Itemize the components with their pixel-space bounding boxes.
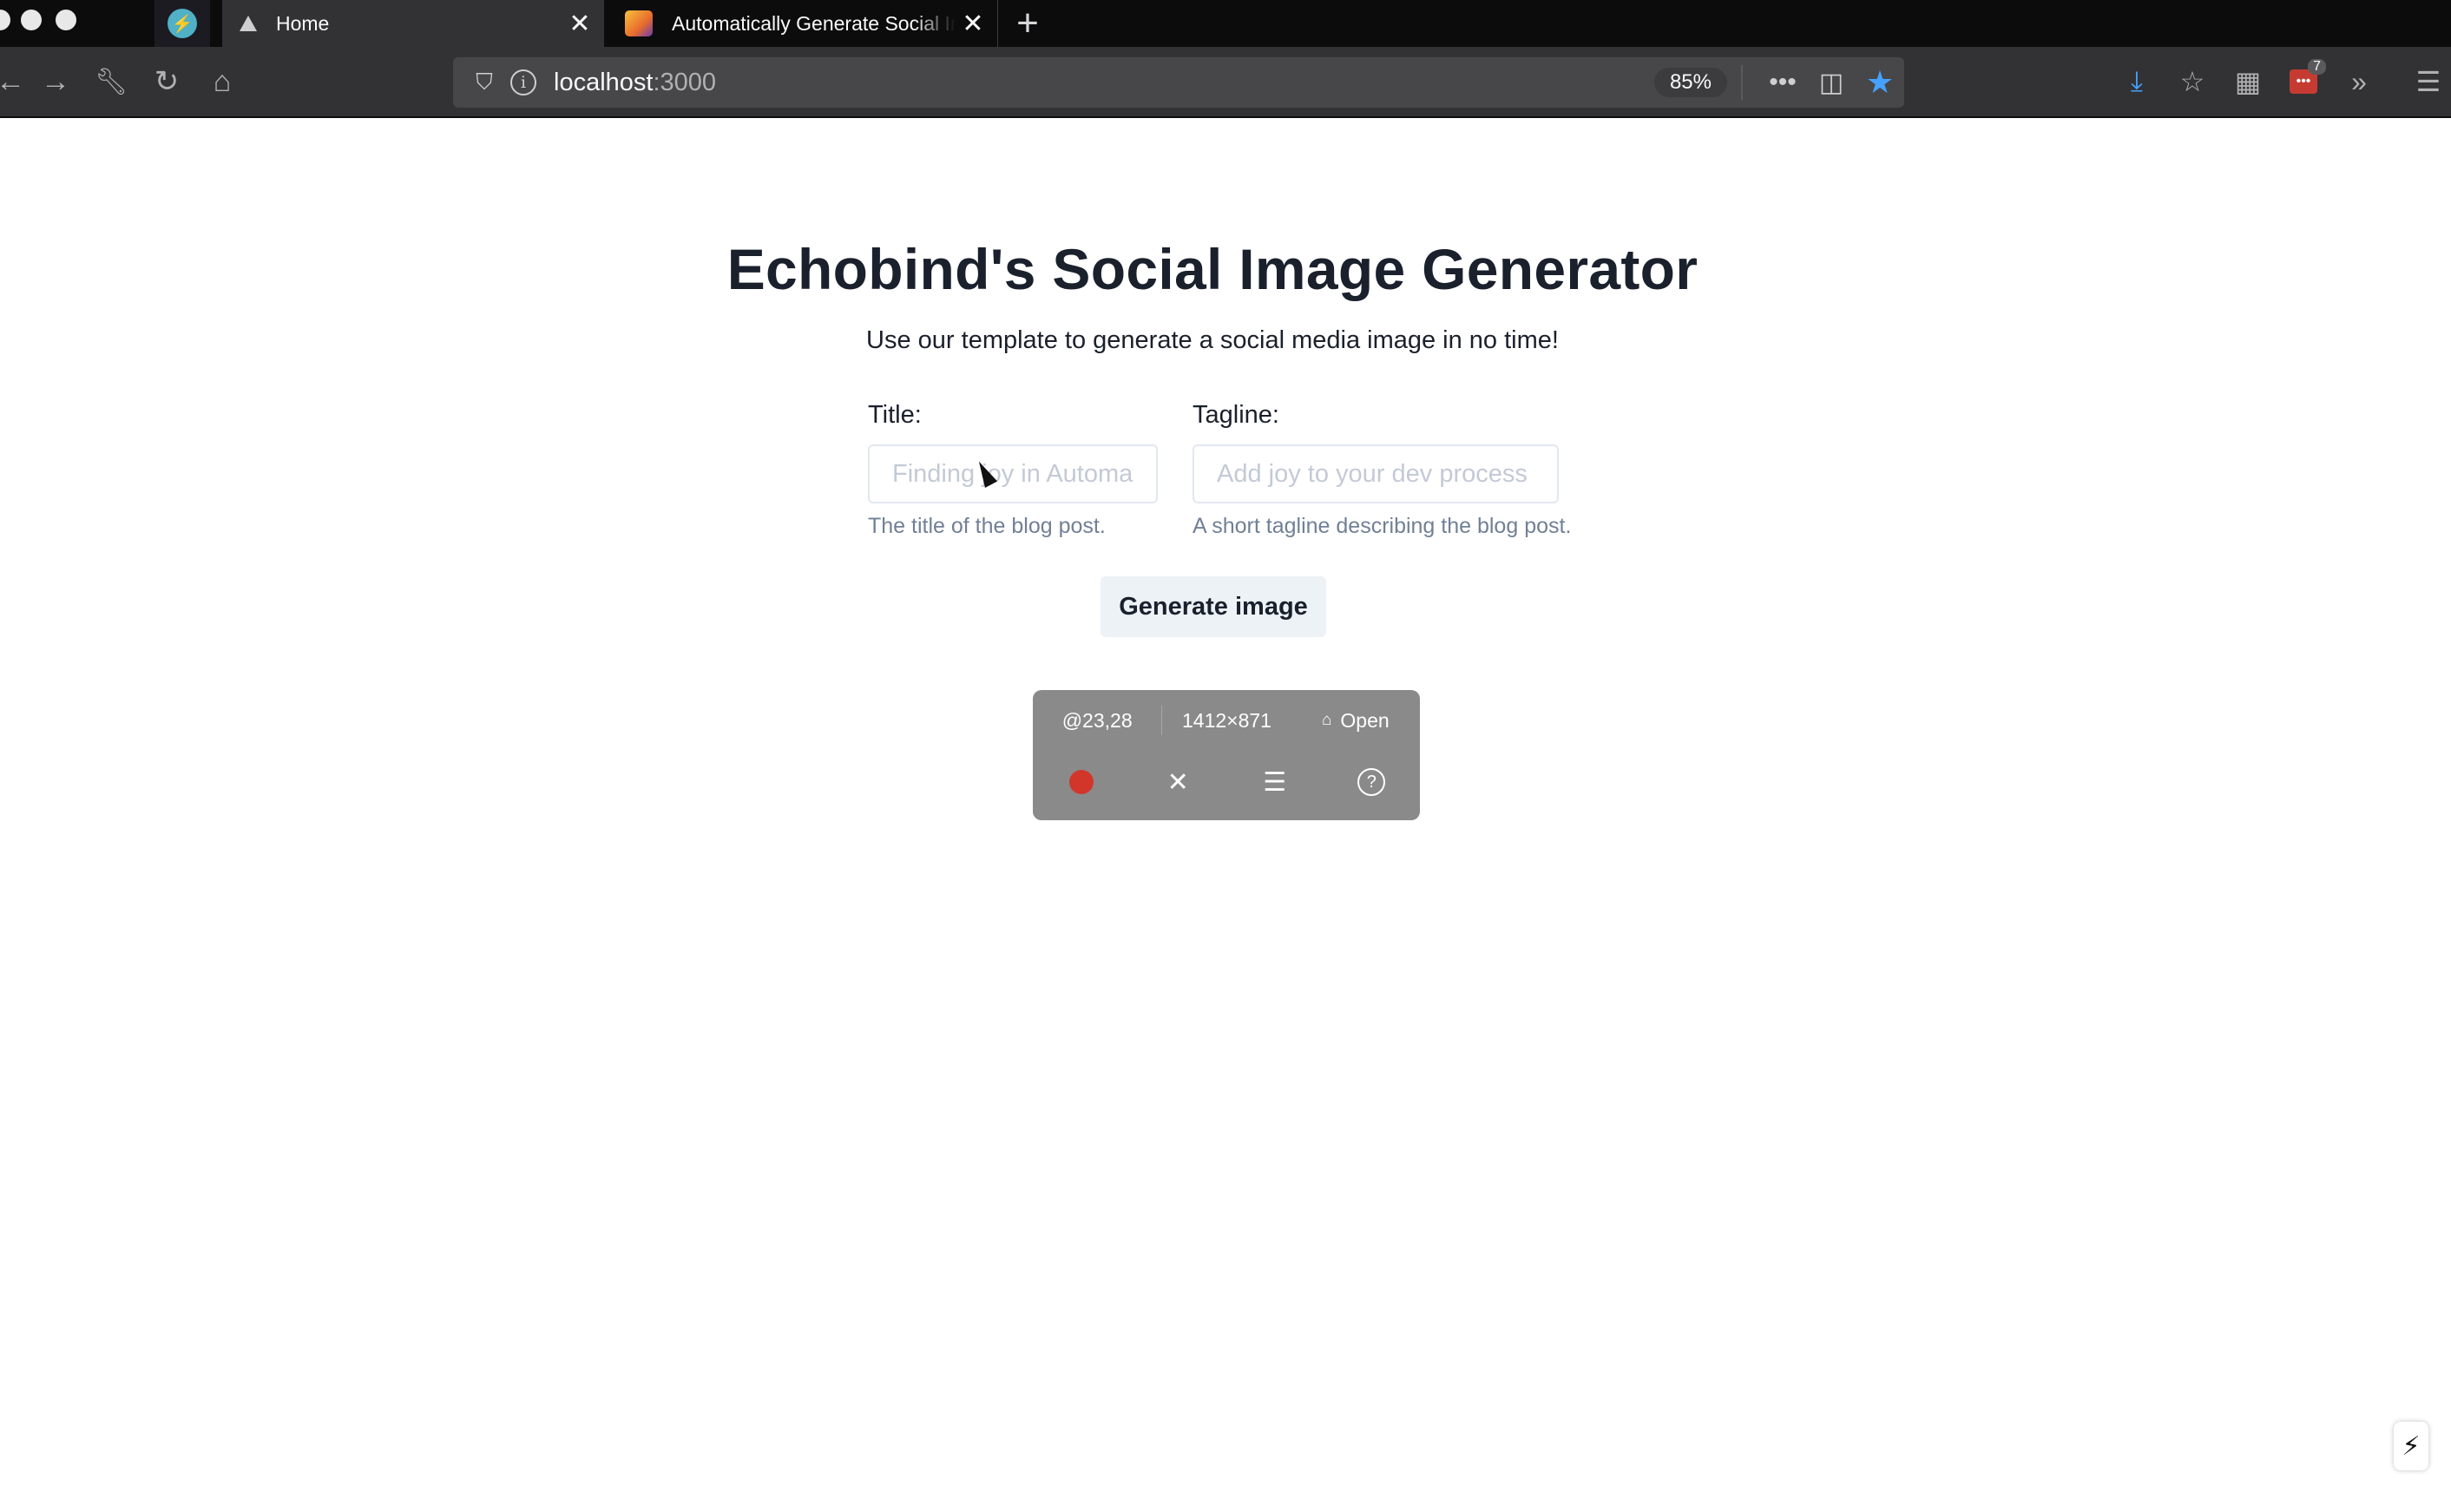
zoom-level-badge[interactable]: 85%	[1653, 68, 1727, 97]
wrench-icon[interactable]: 🔧︎	[89, 59, 134, 104]
url-port: :3000	[653, 68, 717, 96]
lock-open-icon: ⌂	[1321, 711, 1332, 729]
page-subtitle: Use our template to generate a social me…	[866, 326, 1559, 354]
hamburger-icon[interactable]: ☰	[2404, 59, 2451, 104]
tagline-field: Tagline: A short tagline describing the …	[1193, 401, 1571, 539]
back-arrow-icon[interactable]: ←	[0, 59, 33, 104]
lightning-bolt-icon[interactable]: ⚡︎	[2394, 1422, 2428, 1470]
tab-close-icon[interactable]: ✕	[562, 9, 597, 39]
tab-strip: ⚡ Home ✕ Automatically Generate Social I…	[0, 0, 2451, 47]
capture-hud: @23,28 1412×871 ⌂ Open ✕ ☰ ?	[1033, 690, 1420, 820]
record-dot-icon	[1068, 770, 1094, 794]
tab-home[interactable]: Home ✕	[222, 0, 604, 47]
tab-pinned[interactable]: ⚡	[154, 0, 210, 47]
navigation-toolbar: ← → 🔧︎ ↻ ⌂ ⛉ i localhost:3000 85% ••• ◫ …	[0, 47, 2451, 118]
url-host: localhost	[554, 68, 654, 96]
generate-image-button[interactable]: Generate image	[1101, 576, 1326, 637]
url-text[interactable]: localhost:3000	[554, 69, 1654, 97]
page-title: Echobind's Social Image Generator	[726, 237, 1699, 301]
capture-mode[interactable]: ⌂ Open	[1291, 709, 1420, 733]
tab-title: Automatically Generate Social Images	[672, 11, 956, 35]
title-input[interactable]	[868, 444, 1158, 503]
download-icon[interactable]: ⤓	[2113, 59, 2161, 104]
new-tab-button[interactable]: +	[1010, 0, 1045, 47]
grid-icon[interactable]: ▦	[2224, 59, 2272, 104]
window-minimize-button[interactable]	[21, 10, 42, 30]
window-zoom-button[interactable]	[56, 10, 76, 30]
reload-icon[interactable]: ↻	[144, 59, 189, 104]
title-help-text: The title of the blog post.	[868, 514, 1106, 538]
extension-icon[interactable]: ••• 7	[2279, 59, 2328, 104]
tab-title: Home	[276, 11, 330, 35]
tagline-input[interactable]	[1193, 444, 1559, 503]
tab-close-icon[interactable]: ✕	[956, 9, 990, 39]
tab-social-images[interactable]: Automatically Generate Social Images ✕	[608, 0, 998, 47]
pocket-icon[interactable]: ◫	[1807, 68, 1856, 98]
star-icon[interactable]: ★	[1856, 64, 1904, 101]
emoji-image-favicon-icon	[625, 10, 653, 36]
title-field: Title: The title of the blog post.	[868, 401, 1158, 539]
help-button[interactable]: ?	[1324, 768, 1421, 796]
chevron-double-right-icon[interactable]: »	[2335, 59, 2383, 104]
url-bar[interactable]: ⛉ i localhost:3000 85% ••• ◫ ★	[453, 57, 1904, 108]
url-bar-divider	[1741, 65, 1743, 100]
tagline-label: Tagline:	[1193, 401, 1279, 429]
capture-position: @23,28	[1061, 708, 1133, 732]
tagline-help-text: A short tagline describing the blog post…	[1193, 514, 1572, 538]
info-icon[interactable]: i	[510, 69, 536, 95]
vercel-triangle-icon	[240, 16, 257, 31]
help-icon: ?	[1357, 768, 1386, 796]
lightning-favicon-icon: ⚡	[168, 9, 197, 38]
extension-badge: 7	[2308, 59, 2326, 75]
close-icon: ✕	[1166, 767, 1189, 797]
capture-size: 1412×871	[1182, 708, 1271, 732]
sliders-icon: ☰	[1263, 767, 1287, 797]
window-close-button[interactable]	[0, 10, 10, 30]
capture-mode-label: Open	[1340, 708, 1390, 732]
settings-button[interactable]: ☰	[1226, 767, 1324, 798]
close-button[interactable]: ✕	[1130, 767, 1227, 798]
library-icon[interactable]: ☆	[2168, 59, 2217, 104]
shield-icon[interactable]: ⛉	[470, 69, 498, 96]
record-button[interactable]	[1033, 770, 1130, 794]
forward-arrow-icon[interactable]: →	[33, 59, 78, 104]
ellipsis-icon[interactable]: •••	[1758, 68, 1807, 97]
home-icon[interactable]: ⌂	[200, 59, 245, 104]
title-label: Title:	[868, 401, 922, 429]
